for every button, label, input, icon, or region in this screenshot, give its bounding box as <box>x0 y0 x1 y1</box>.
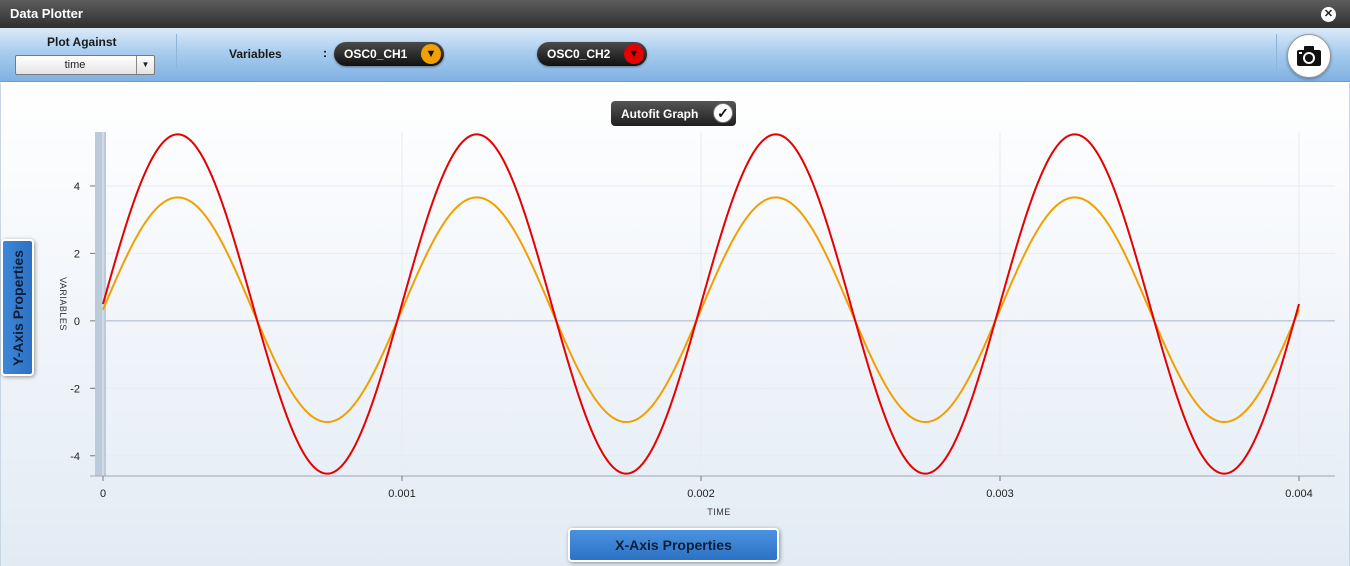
axes <box>90 185 1335 481</box>
autofit-graph-button[interactable]: Autofit Graph ✓ <box>611 101 736 126</box>
y-axis-properties-label: Y-Axis Properties <box>9 249 26 366</box>
y-tick-label: 4 <box>74 181 80 193</box>
line-chart: 0 0.001 0.002 0.003 0.004 -4 -2 0 2 4 TIME VARIAB… <box>58 132 1335 517</box>
y-axis-title: VARIABLES <box>58 277 68 331</box>
y-tick-label: 2 <box>74 248 80 260</box>
x-tick-label: 0.002 <box>687 488 715 500</box>
autofit-graph-label: Autofit Graph <box>621 107 699 121</box>
x-tick-label: 0.001 <box>388 488 416 500</box>
x-tick-label: 0.003 <box>986 488 1014 500</box>
y-tick-label: 0 <box>74 316 80 328</box>
y-tick-label: -4 <box>70 451 80 463</box>
x-tick-label: 0.004 <box>1285 488 1313 500</box>
x-axis-title: TIME <box>707 507 731 517</box>
x-tick-label: 0 <box>100 488 106 500</box>
x-axis-properties-label: X-Axis Properties <box>615 537 732 553</box>
checkmark-icon[interactable]: ✓ <box>713 103 733 123</box>
y-axis-properties-tab[interactable]: Y-Axis Properties <box>1 239 34 376</box>
y-tick-label: -2 <box>70 383 80 395</box>
x-axis-properties-tab[interactable]: X-Axis Properties <box>568 528 779 562</box>
